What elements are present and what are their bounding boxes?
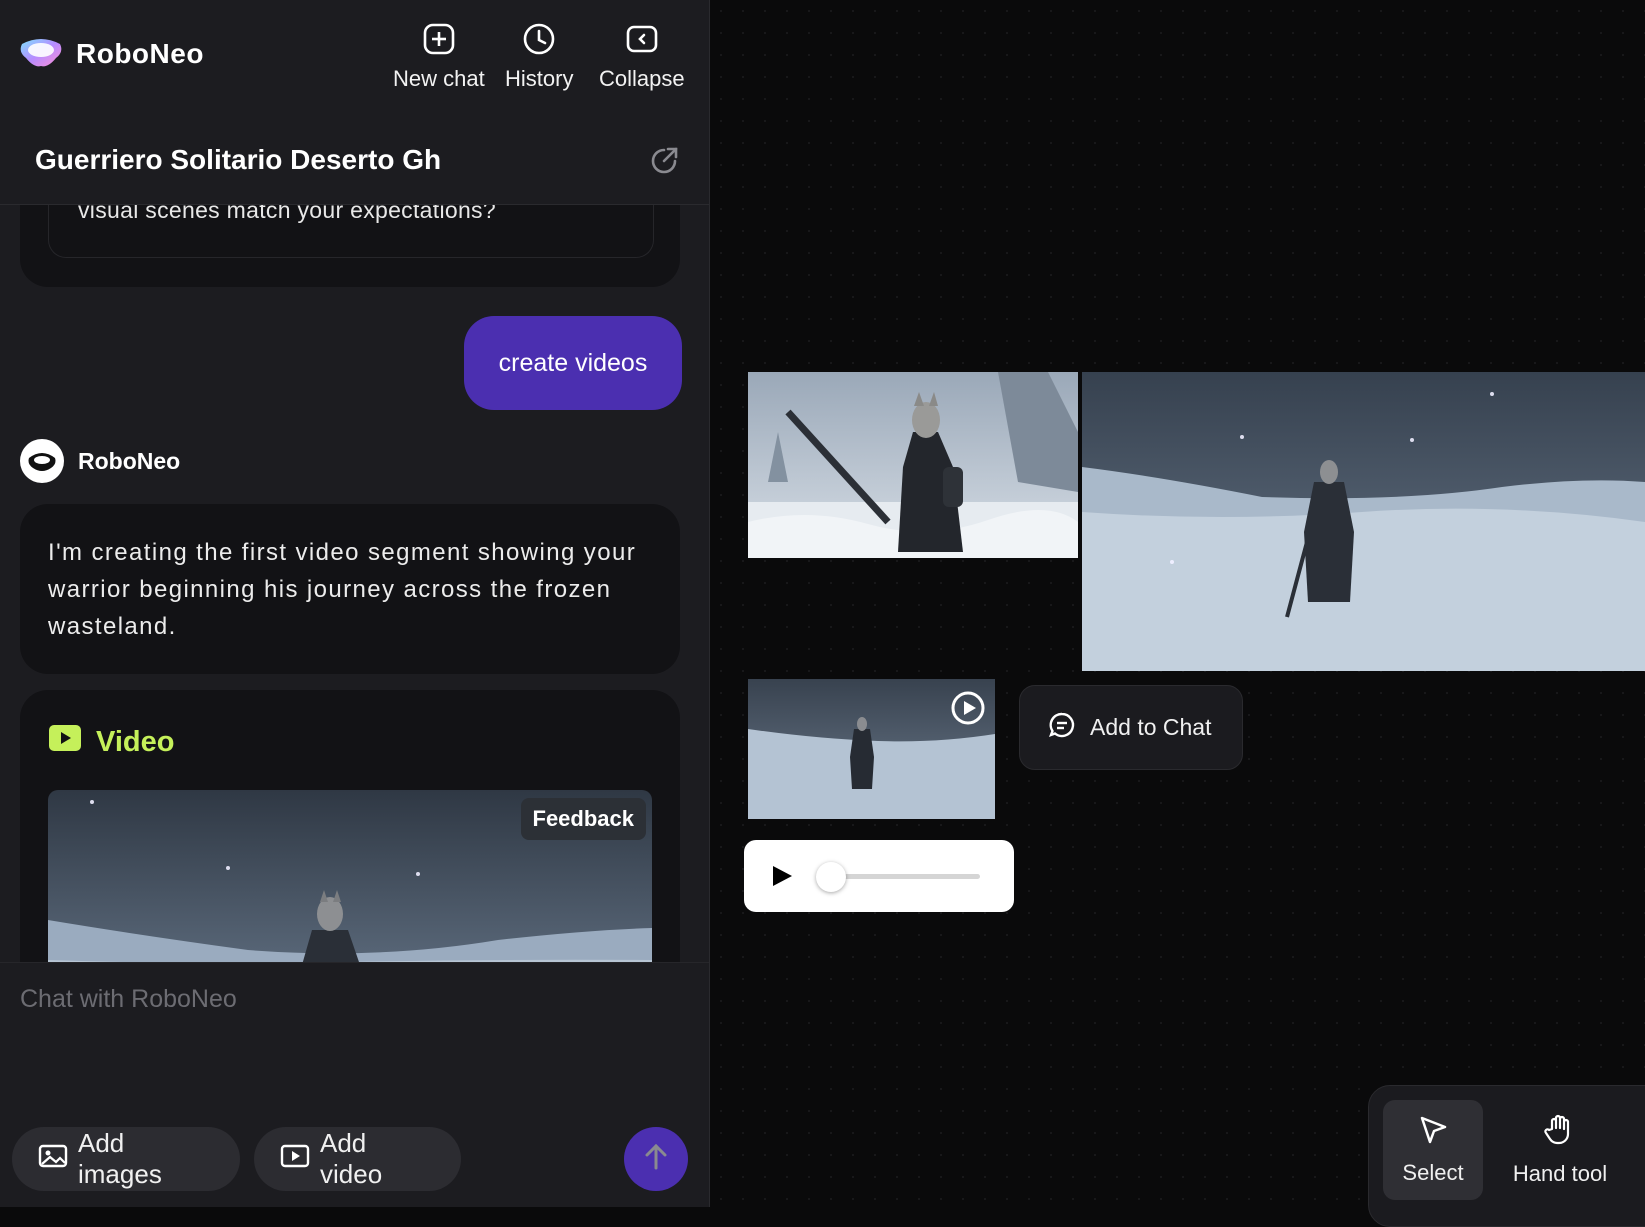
collapse-button[interactable]: Collapse xyxy=(599,22,685,92)
share-icon[interactable] xyxy=(647,144,681,183)
progress-track[interactable] xyxy=(828,874,980,879)
history-button[interactable]: History xyxy=(505,22,573,92)
add-images-button[interactable]: Add images xyxy=(12,1127,240,1191)
collapse-label: Collapse xyxy=(599,66,685,91)
new-chat-label: New chat xyxy=(393,66,485,91)
collapse-icon xyxy=(625,22,659,62)
play-circle-icon[interactable] xyxy=(951,691,985,730)
history-label: History xyxy=(505,66,574,91)
cursor-icon xyxy=(1417,1114,1449,1152)
video-player-controls[interactable] xyxy=(744,840,1014,912)
brand-name: RoboNeo xyxy=(76,37,204,69)
chat-title-bar: Guerriero Solitario Deserto Gh xyxy=(0,120,709,205)
bot-name: RoboNeo xyxy=(78,447,181,474)
bot-header: RoboNeo xyxy=(20,439,180,483)
composer: Chat with RoboNeo Add images Add video xyxy=(0,962,709,1207)
video-add-icon xyxy=(280,1142,310,1177)
roboneo-logo-icon xyxy=(18,34,64,73)
user-message-bubble: create videos xyxy=(464,316,682,410)
canvas-video-thumbnail[interactable] xyxy=(748,679,995,819)
add-video-label: Add video xyxy=(320,1128,383,1189)
panel-header: RoboNeo New chat History Collapse xyxy=(0,0,709,120)
send-button[interactable] xyxy=(624,1127,688,1191)
select-tool-label: Select xyxy=(1402,1160,1464,1185)
arrow-up-icon xyxy=(642,1142,670,1177)
video-result-card: Video Feedback xyxy=(20,690,680,962)
new-chat-button[interactable]: New chat xyxy=(393,22,485,92)
bot-avatar-icon xyxy=(20,439,64,483)
canvas-image-wolf-walking-wide[interactable] xyxy=(1082,372,1645,671)
hand-tool-label: Hand tool xyxy=(1512,1161,1608,1186)
chat-panel: RoboNeo New chat History Collapse Guerri… xyxy=(0,0,710,1207)
hand-tool[interactable]: Hand tool xyxy=(1495,1100,1625,1200)
video-icon xyxy=(48,724,82,760)
video-label: Video xyxy=(48,724,174,760)
add-to-chat-icon xyxy=(1048,711,1076,745)
play-icon[interactable] xyxy=(770,864,794,893)
history-icon xyxy=(522,22,556,62)
bot-message: I'm creating the first video segment sho… xyxy=(20,504,680,674)
message-list[interactable]: visual scenes match your expectations? c… xyxy=(0,205,709,962)
feedback-button[interactable]: Feedback xyxy=(520,798,646,840)
chat-title: Guerriero Solitario Deserto Gh xyxy=(35,144,442,175)
image-icon xyxy=(38,1142,68,1177)
video-preview[interactable]: Feedback xyxy=(48,790,652,962)
previous-ai-text: visual scenes match your expectations? xyxy=(78,205,496,223)
progress-knob[interactable] xyxy=(816,862,847,892)
add-to-chat-label: Add to Chat xyxy=(1090,714,1212,740)
canvas-image-wolf-closeup[interactable] xyxy=(748,372,1078,558)
new-chat-icon xyxy=(422,22,456,62)
previous-ai-message: visual scenes match your expectations? xyxy=(20,205,680,287)
add-video-button[interactable]: Add video xyxy=(254,1127,461,1191)
user-message-text: create videos xyxy=(498,348,648,377)
hand-icon xyxy=(1543,1113,1577,1153)
bot-message-text: I'm creating the first video segment sho… xyxy=(48,539,637,640)
chat-input[interactable]: Chat with RoboNeo xyxy=(20,985,237,1014)
add-images-label: Add images xyxy=(78,1128,162,1189)
video-label-text: Video xyxy=(96,725,175,758)
logo[interactable]: RoboNeo xyxy=(18,34,204,73)
canvas-toolbar: Select Hand tool xyxy=(1368,1085,1645,1227)
add-to-chat-button[interactable]: Add to Chat xyxy=(1019,685,1243,770)
select-tool[interactable]: Select xyxy=(1383,1100,1483,1200)
